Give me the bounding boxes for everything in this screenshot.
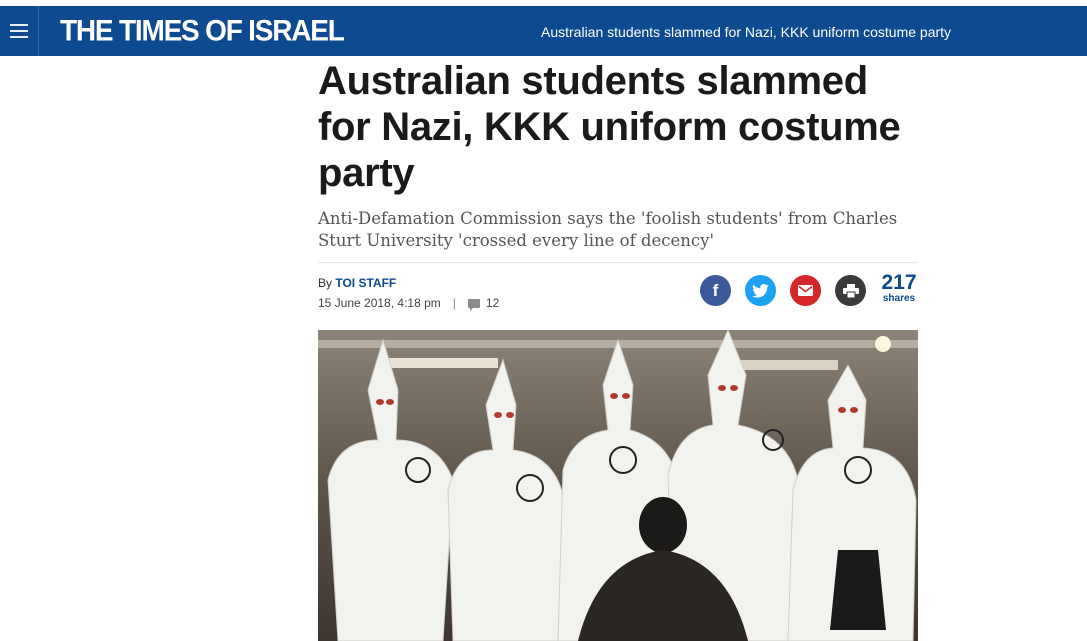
twitter-icon: [752, 283, 769, 298]
comment-count[interactable]: 12: [486, 296, 499, 310]
site-logo[interactable]: THE TIMES OF ISRAEL: [60, 14, 345, 48]
facebook-icon: f: [712, 280, 719, 300]
print-button[interactable]: [835, 275, 866, 306]
article-title: Australian students slammed for Nazi, KK…: [318, 59, 901, 195]
by-label: By: [318, 276, 333, 290]
share-count: 217 shares: [879, 272, 919, 304]
author-link[interactable]: TOI STAFF: [335, 276, 396, 290]
separator: |: [452, 296, 456, 310]
dateline: 15 June 2018, 4:18 pm | 12: [318, 296, 499, 311]
hamburger-menu-icon[interactable]: [0, 6, 39, 56]
share-count-label: shares: [882, 293, 916, 304]
article-photo: [318, 330, 918, 641]
header-headline: Australian students slammed for Nazi, KK…: [541, 24, 952, 40]
divider: [318, 262, 918, 263]
article: Australian students slammed for Nazi, KK…: [318, 58, 918, 311]
email-share-button[interactable]: [790, 275, 821, 306]
site-header: THE TIMES OF ISRAEL Australian students …: [0, 6, 1087, 56]
comment-icon[interactable]: [467, 298, 480, 311]
publish-date: 15 June 2018, 4:18 pm: [318, 296, 441, 310]
print-icon: [842, 283, 859, 298]
article-subtitle: Anti-Defamation Commission says the 'foo…: [318, 209, 898, 250]
twitter-share-button[interactable]: [745, 275, 776, 306]
share-count-number: 217: [881, 271, 917, 294]
photo-illustration: [318, 330, 918, 641]
email-icon: [798, 285, 813, 296]
facebook-share-button[interactable]: f: [700, 275, 731, 306]
byline: By TOI STAFF: [318, 276, 396, 290]
